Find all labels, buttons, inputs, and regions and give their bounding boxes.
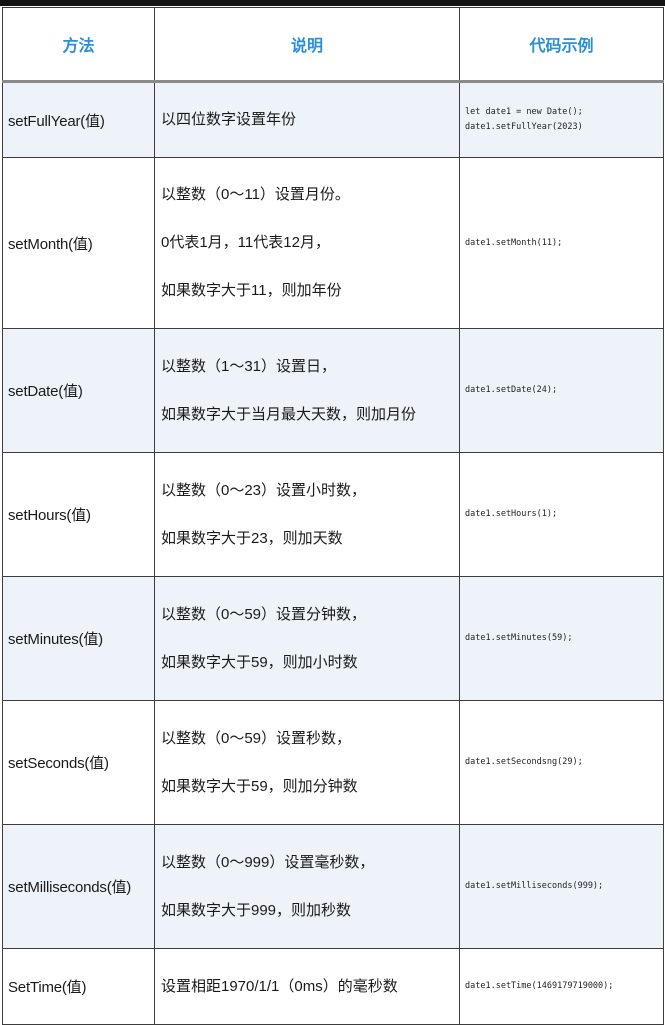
method-name: setFullYear(值) <box>2 81 155 158</box>
code-line: date1.setTime(1469179719000); <box>465 981 614 991</box>
description-line: 以整数（1～31）设置日， <box>161 357 337 375</box>
description-line: 以整数（0～999）设置毫秒数， <box>161 853 375 871</box>
table-row: setDate(值) 以整数（1～31）设置日， 如果数字大于当月最大天数，则加… <box>2 328 664 453</box>
method-description: 以四位数字设置年份 <box>154 81 460 158</box>
description-line: 设置相距1970/1/1（0ms）的毫秒数 <box>161 977 398 995</box>
description-line: 以整数（0～23）设置小时数， <box>161 481 367 499</box>
code-example: date1.setSecondsng(29); <box>459 700 664 825</box>
method-name: setHours(值) <box>2 452 155 577</box>
description-line: 以四位数字设置年份 <box>161 111 297 128</box>
code-line: date1.setMilliseconds(999); <box>465 881 604 891</box>
code-example: date1.setHours(1); <box>459 452 664 577</box>
table-row: setMinutes(值) 以整数（0～59）设置分钟数， 如果数字大于59，则… <box>2 576 664 701</box>
description-line: 如果数字大于23，则加天数 <box>161 529 343 547</box>
code-example: date1.setMinutes(59); <box>459 576 664 701</box>
method-name: SetTime(值) <box>2 948 155 1025</box>
code-example: date1.setTime(1469179719000); <box>459 948 664 1025</box>
header-code-example: 代码示例 <box>459 7 664 83</box>
description-line: 如果数字大于当月最大天数，则加月份 <box>161 405 417 423</box>
description-line: 如果数字大于59，则加小时数 <box>161 653 358 671</box>
method-name: setSeconds(值) <box>2 700 155 825</box>
header-description: 说明 <box>154 7 460 83</box>
code-line: date1.setDate(24); <box>465 385 558 395</box>
table-row: setHours(值) 以整数（0～23）设置小时数， 如果数字大于23，则加天… <box>2 452 664 577</box>
header-method: 方法 <box>2 7 155 83</box>
description-line: 0代表1月，11代表12月， <box>161 234 330 251</box>
code-example: date1.setMonth(11); <box>459 157 664 329</box>
method-description: 以整数（0～999）设置毫秒数， 如果数字大于999，则加秒数 <box>154 824 460 949</box>
code-line: date1.setFullYear(2023) <box>465 122 583 132</box>
method-description: 以整数（0～23）设置小时数， 如果数字大于23，则加天数 <box>154 452 460 577</box>
description-line: 如果数字大于999，则加秒数 <box>161 901 352 919</box>
table-row: setMilliseconds(值) 以整数（0～999）设置毫秒数， 如果数字… <box>2 824 664 949</box>
description-line: 以整数（0～59）设置秒数， <box>161 729 352 747</box>
method-description: 设置相距1970/1/1（0ms）的毫秒数 <box>154 948 460 1025</box>
method-description: 以整数（0～11）设置月份。 0代表1月，11代表12月， 如果数字大于11，则… <box>154 157 460 329</box>
method-name: setMilliseconds(值) <box>2 824 155 949</box>
code-line: date1.setHours(1); <box>465 509 558 519</box>
table-row: setFullYear(值) 以四位数字设置年份 let date1 = new… <box>2 81 664 158</box>
code-example: let date1 = new Date(); date1.setFullYea… <box>459 81 664 158</box>
code-example: date1.setDate(24); <box>459 328 664 453</box>
method-name: setMonth(值) <box>2 157 155 329</box>
description-line: 如果数字大于11，则加年份 <box>161 282 342 299</box>
description-line: 以整数（0～59）设置分钟数， <box>161 605 367 623</box>
top-rule <box>0 0 665 6</box>
method-description: 以整数（1～31）设置日， 如果数字大于当月最大天数，则加月份 <box>154 328 460 453</box>
table-header-row: 方法 说明 代码示例 <box>2 7 664 83</box>
table-row: setMonth(值) 以整数（0～11）设置月份。 0代表1月，11代表12月… <box>2 157 664 329</box>
method-name: setMinutes(值) <box>2 576 155 701</box>
description-line: 如果数字大于59，则加分钟数 <box>161 777 358 795</box>
method-description: 以整数（0～59）设置秒数， 如果数字大于59，则加分钟数 <box>154 700 460 825</box>
code-example: date1.setMilliseconds(999); <box>459 824 664 949</box>
table-row: SetTime(值) 设置相距1970/1/1（0ms）的毫秒数 date1.s… <box>2 948 664 1025</box>
method-description: 以整数（0～59）设置分钟数， 如果数字大于59，则加小时数 <box>154 576 460 701</box>
description-line: 以整数（0～11）设置月份。 <box>161 186 350 203</box>
date-setter-methods-table: 方法 说明 代码示例 setFullYear(值) 以四位数字设置年份 let … <box>2 7 664 1025</box>
code-line: date1.setMonth(11); <box>465 237 563 248</box>
code-line: date1.setMinutes(59); <box>465 633 573 643</box>
method-name: setDate(值) <box>2 328 155 453</box>
table-row: setSeconds(值) 以整数（0～59）设置秒数， 如果数字大于59，则加… <box>2 700 664 825</box>
code-line: let date1 = new Date(); <box>465 107 583 117</box>
code-line: date1.setSecondsng(29); <box>465 757 583 767</box>
